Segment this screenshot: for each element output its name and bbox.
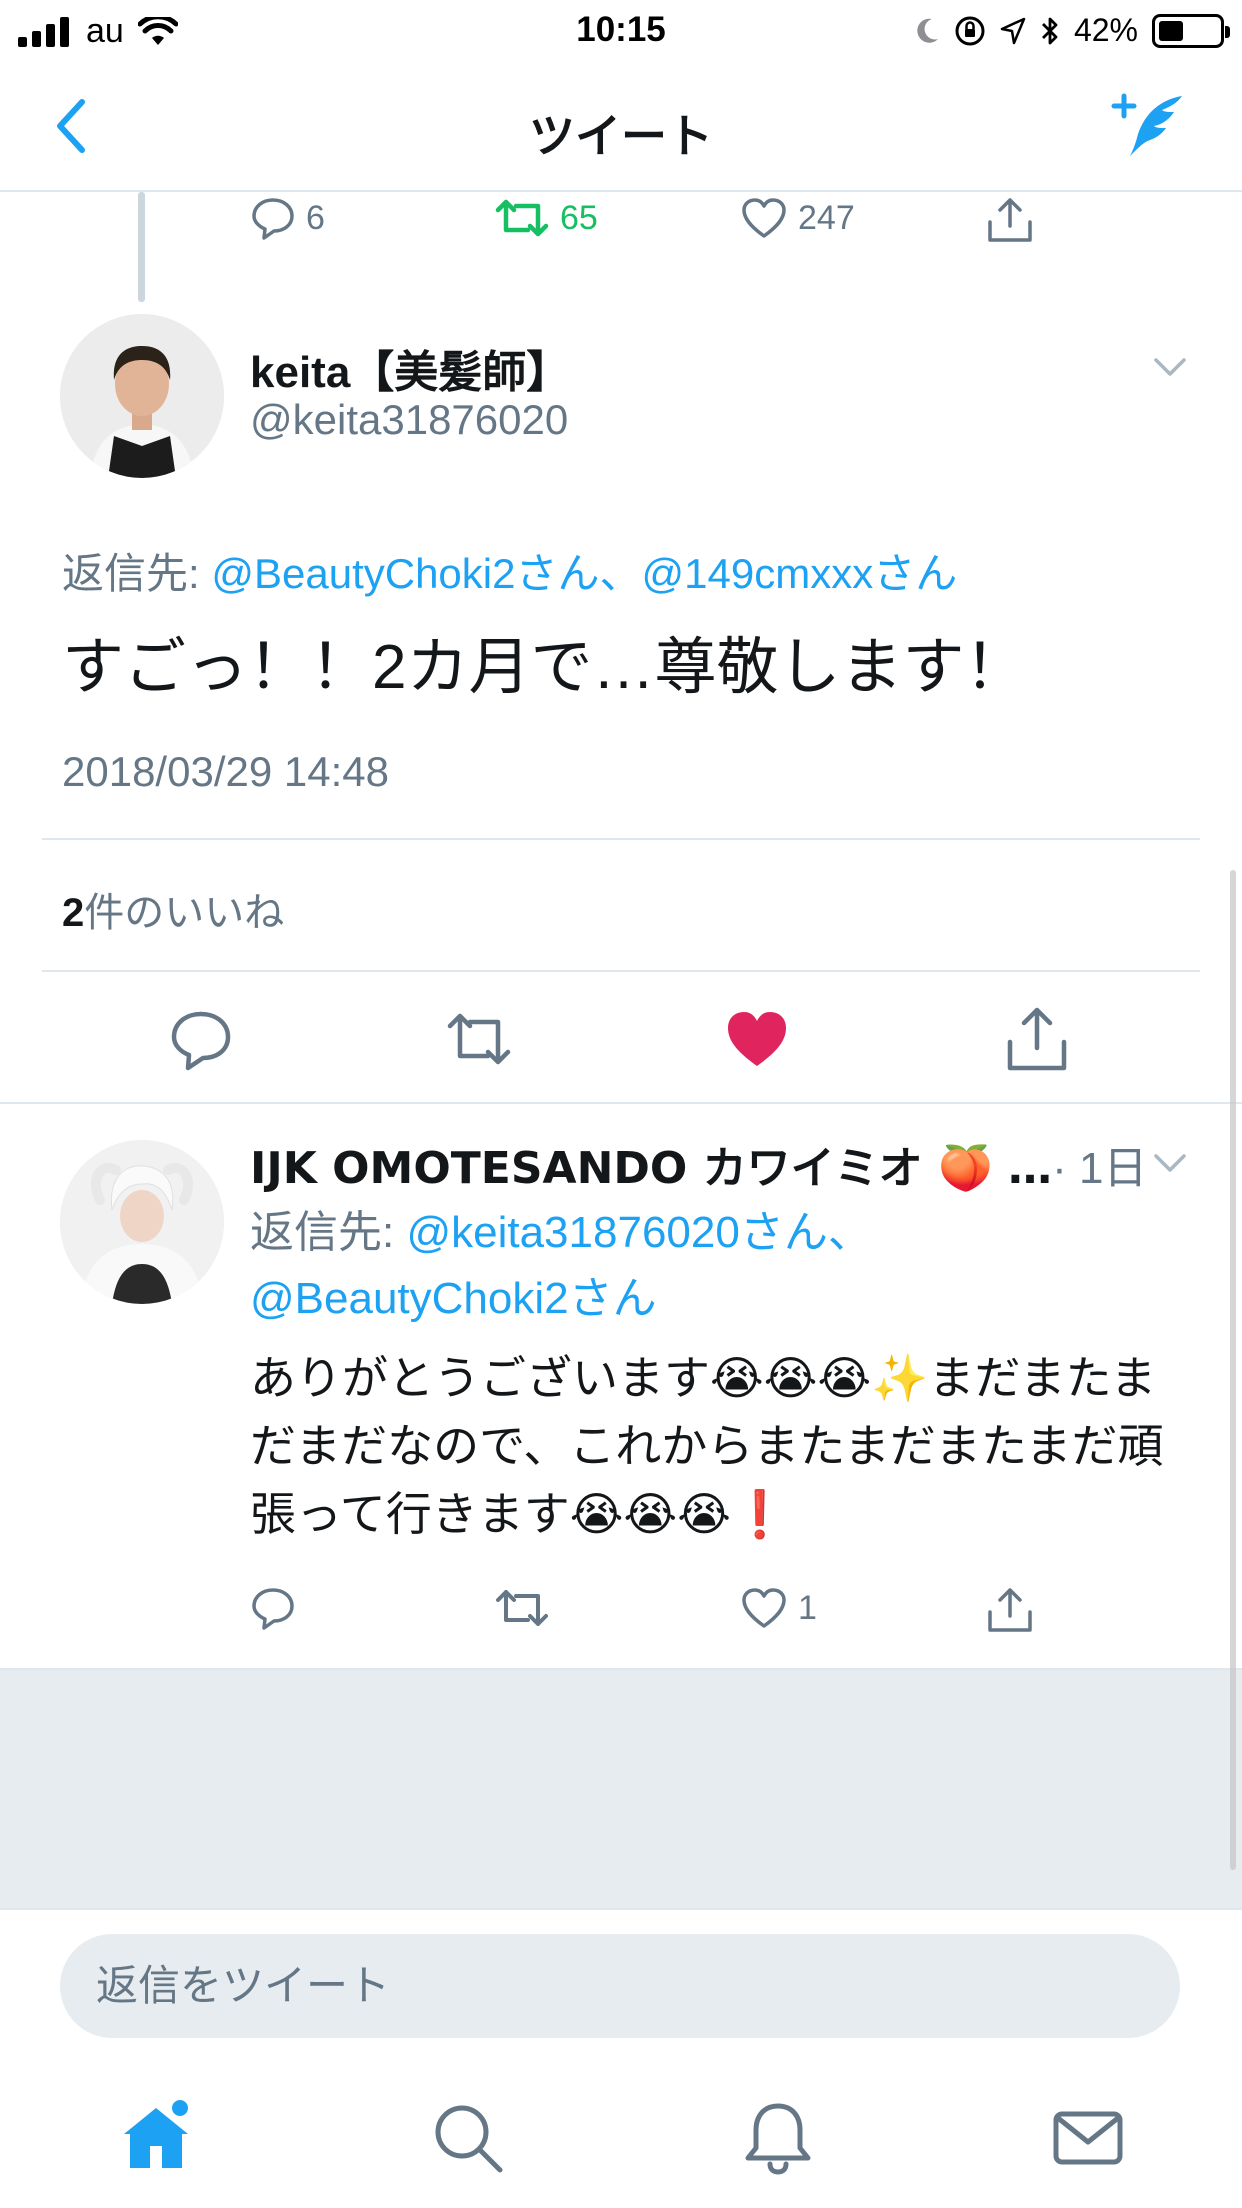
chevron-down-icon[interactable] (1150, 1148, 1190, 1178)
reply-to-line: 返信先: @keita31876020さん、 @BeautyChoki2さん (250, 1200, 1180, 1332)
likes-count: 2 (62, 891, 85, 935)
messages-icon[interactable] (1048, 2098, 1128, 2178)
reply-to-label: 返信先: (62, 550, 212, 597)
divider (42, 838, 1200, 840)
likes-summary[interactable]: 2件のいいね (62, 880, 284, 938)
scrollbar[interactable] (1230, 870, 1236, 1870)
avatar[interactable] (60, 1140, 224, 1304)
share-icon (988, 1588, 1032, 1632)
author-handle[interactable]: @keita31876020 (250, 396, 568, 444)
battery-icon (1152, 13, 1230, 48)
nav-bar: ツイート (0, 62, 1242, 192)
share-icon[interactable] (1002, 1004, 1072, 1074)
heart-icon-filled[interactable] (722, 1004, 792, 1074)
mention-link[interactable]: @BeautyChoki2さん (250, 1274, 657, 1323)
rotation-lock-icon (955, 16, 985, 45)
retweet-action[interactable]: 65 (494, 196, 598, 240)
reply-input[interactable] (60, 1934, 1180, 2038)
mention-link[interactable]: @149cmxxxさん (642, 550, 958, 597)
reply-action[interactable]: 6 (250, 196, 325, 240)
thread-connector (138, 192, 145, 302)
reply-tweet-actions: 1 (250, 1586, 1050, 1646)
tweet-text: ありがとうございます😭😭😭✨まだまたまだまだなので、これからまたまだまたまだ頑張… (250, 1351, 1164, 1541)
retweet-icon (496, 1590, 548, 1626)
location-icon (1000, 17, 1026, 44)
like-action[interactable]: 1 (740, 1586, 817, 1630)
empty-area (0, 1668, 1242, 1908)
tweet-detail-screen: au 10:15 42% ツイート 6 65 247 keita【美髪師】 @k… (0, 0, 1242, 2208)
reply-icon[interactable] (166, 1004, 236, 1074)
compose-tweet-icon[interactable] (1110, 90, 1190, 160)
retweet-count: 65 (560, 198, 598, 237)
share-action[interactable] (986, 1586, 1034, 1634)
reply-action[interactable] (250, 1586, 296, 1630)
likes-label: 件のいいね (84, 891, 285, 935)
search-icon[interactable] (428, 2098, 508, 2178)
like-count: 247 (798, 198, 855, 237)
status-bar: au 10:15 42% (0, 0, 1242, 62)
share-action[interactable] (986, 196, 1034, 244)
mention-link[interactable]: @BeautyChoki2さん (211, 550, 599, 597)
mention-separator: 、 (599, 550, 642, 597)
reply-composer (0, 1908, 1242, 2058)
tab-bar (0, 2058, 1242, 2208)
mention-link[interactable]: @keita31876020さん、 (406, 1208, 871, 1257)
reply-icon (252, 198, 294, 240)
retweet-action[interactable] (494, 1586, 550, 1630)
previous-tweet-actions: 6 65 247 (250, 196, 1050, 256)
like-action[interactable]: 247 (740, 196, 855, 240)
tweet-timestamp: 2018/03/29 14:48 (62, 748, 389, 795)
status-right: 42% (914, 12, 1230, 49)
author-name[interactable]: IJK OMOTESANDO カワイミオ 🍑 … (250, 1143, 1052, 1194)
tweet-time: · 1日 (1052, 1144, 1148, 1193)
reply-header: IJK OMOTESANDO カワイミオ 🍑 …· 1日 (250, 1132, 1150, 1196)
reply-to-label: 返信先: (250, 1208, 407, 1257)
bluetooth-icon (1041, 17, 1058, 44)
avatar[interactable] (60, 314, 224, 478)
battery-percent: 42% (1073, 12, 1138, 48)
reply-icon (252, 1588, 294, 1630)
tweet-text: すごっ！！2カ月で…尊敬します！ (62, 633, 1027, 702)
chevron-down-icon[interactable] (1150, 352, 1190, 382)
home-icon[interactable] (116, 2098, 196, 2178)
moon-icon (917, 18, 938, 43)
divider (42, 970, 1200, 972)
author-name[interactable]: keita【美髪師】 (250, 336, 570, 400)
avatar-portrait (60, 1140, 224, 1304)
retweet-icon (495, 199, 549, 237)
page-title: ツイート (529, 110, 713, 162)
avatar-portrait (60, 314, 224, 478)
notifications-icon[interactable] (738, 2098, 818, 2178)
reply-to-line: 返信先: @BeautyChoki2さん、@149cmxxxさん (62, 540, 957, 601)
like-count: 1 (798, 1588, 817, 1627)
heart-icon (742, 1588, 786, 1628)
retweet-icon[interactable] (444, 1004, 514, 1074)
heart-icon (742, 198, 786, 238)
tweet-actions (0, 974, 1242, 1104)
reply-count: 6 (306, 198, 325, 237)
share-icon (988, 198, 1032, 242)
